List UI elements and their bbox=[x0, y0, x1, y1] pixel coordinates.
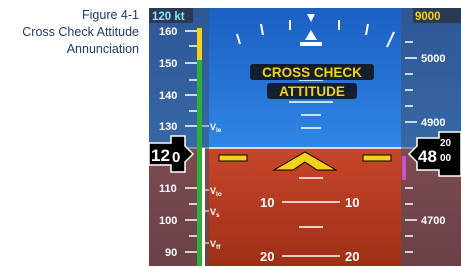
altitude-readout-small-top: 20 bbox=[440, 138, 452, 149]
pitch-label-left-10: 10 bbox=[260, 195, 274, 210]
figure-number: Figure 4-1 bbox=[82, 8, 139, 22]
airspeed-green-band bbox=[197, 60, 202, 266]
altitude-tick-4900: 4900 bbox=[421, 117, 445, 129]
pitch-label-right-20: 20 bbox=[345, 249, 359, 264]
annunciation-line2: ATTITUDE bbox=[279, 84, 345, 99]
figure-title-line1: Cross Check Attitude bbox=[22, 25, 139, 39]
airspeed-tick-160: 160 bbox=[159, 26, 177, 38]
airspeed-tick-140: 140 bbox=[159, 90, 177, 102]
altitude-readout-small-bottom: 00 bbox=[440, 153, 452, 164]
svg-text:le: le bbox=[216, 127, 222, 134]
pitch-label-left-20: 20 bbox=[260, 249, 274, 264]
svg-text:s: s bbox=[216, 212, 220, 219]
airspeed-tick-110: 110 bbox=[159, 183, 177, 195]
airspeed-yellow-band bbox=[197, 28, 202, 60]
airspeed-white-band bbox=[202, 148, 205, 266]
primary-flight-display: 10 10 20 20 CROSS CHECK ATTITUDE 120 kt bbox=[149, 8, 461, 266]
figure-title-line2: Annunciation bbox=[66, 42, 139, 56]
figure-caption: Figure 4-1 Cross Check Attitude Annuncia… bbox=[0, 7, 139, 58]
airspeed-tick-100: 100 bbox=[159, 215, 177, 227]
speed-unit-label: 120 kt bbox=[152, 11, 185, 23]
altitude-tick-5000: 5000 bbox=[421, 53, 445, 65]
airspeed-tick-130: 130 bbox=[159, 121, 177, 133]
altitude-selected: 9000 bbox=[415, 11, 441, 23]
altitude-tape: 9000 5000 4900 4700 48 20 00 bbox=[401, 8, 461, 266]
altitude-readout-big: 48 bbox=[418, 147, 437, 166]
svg-text:lo: lo bbox=[216, 191, 222, 198]
airspeed-readout-digit: 0 bbox=[172, 149, 180, 166]
altitude-tick-4700: 4700 bbox=[421, 215, 445, 227]
pitch-label-right-10: 10 bbox=[345, 195, 359, 210]
airspeed-tick-150: 150 bbox=[159, 58, 177, 70]
altitude-trend-bar bbox=[402, 156, 406, 180]
annunciation-line1: CROSS CHECK bbox=[262, 65, 362, 80]
airspeed-readout-big: 12 bbox=[151, 146, 170, 165]
airspeed-tick-90: 90 bbox=[165, 247, 177, 259]
